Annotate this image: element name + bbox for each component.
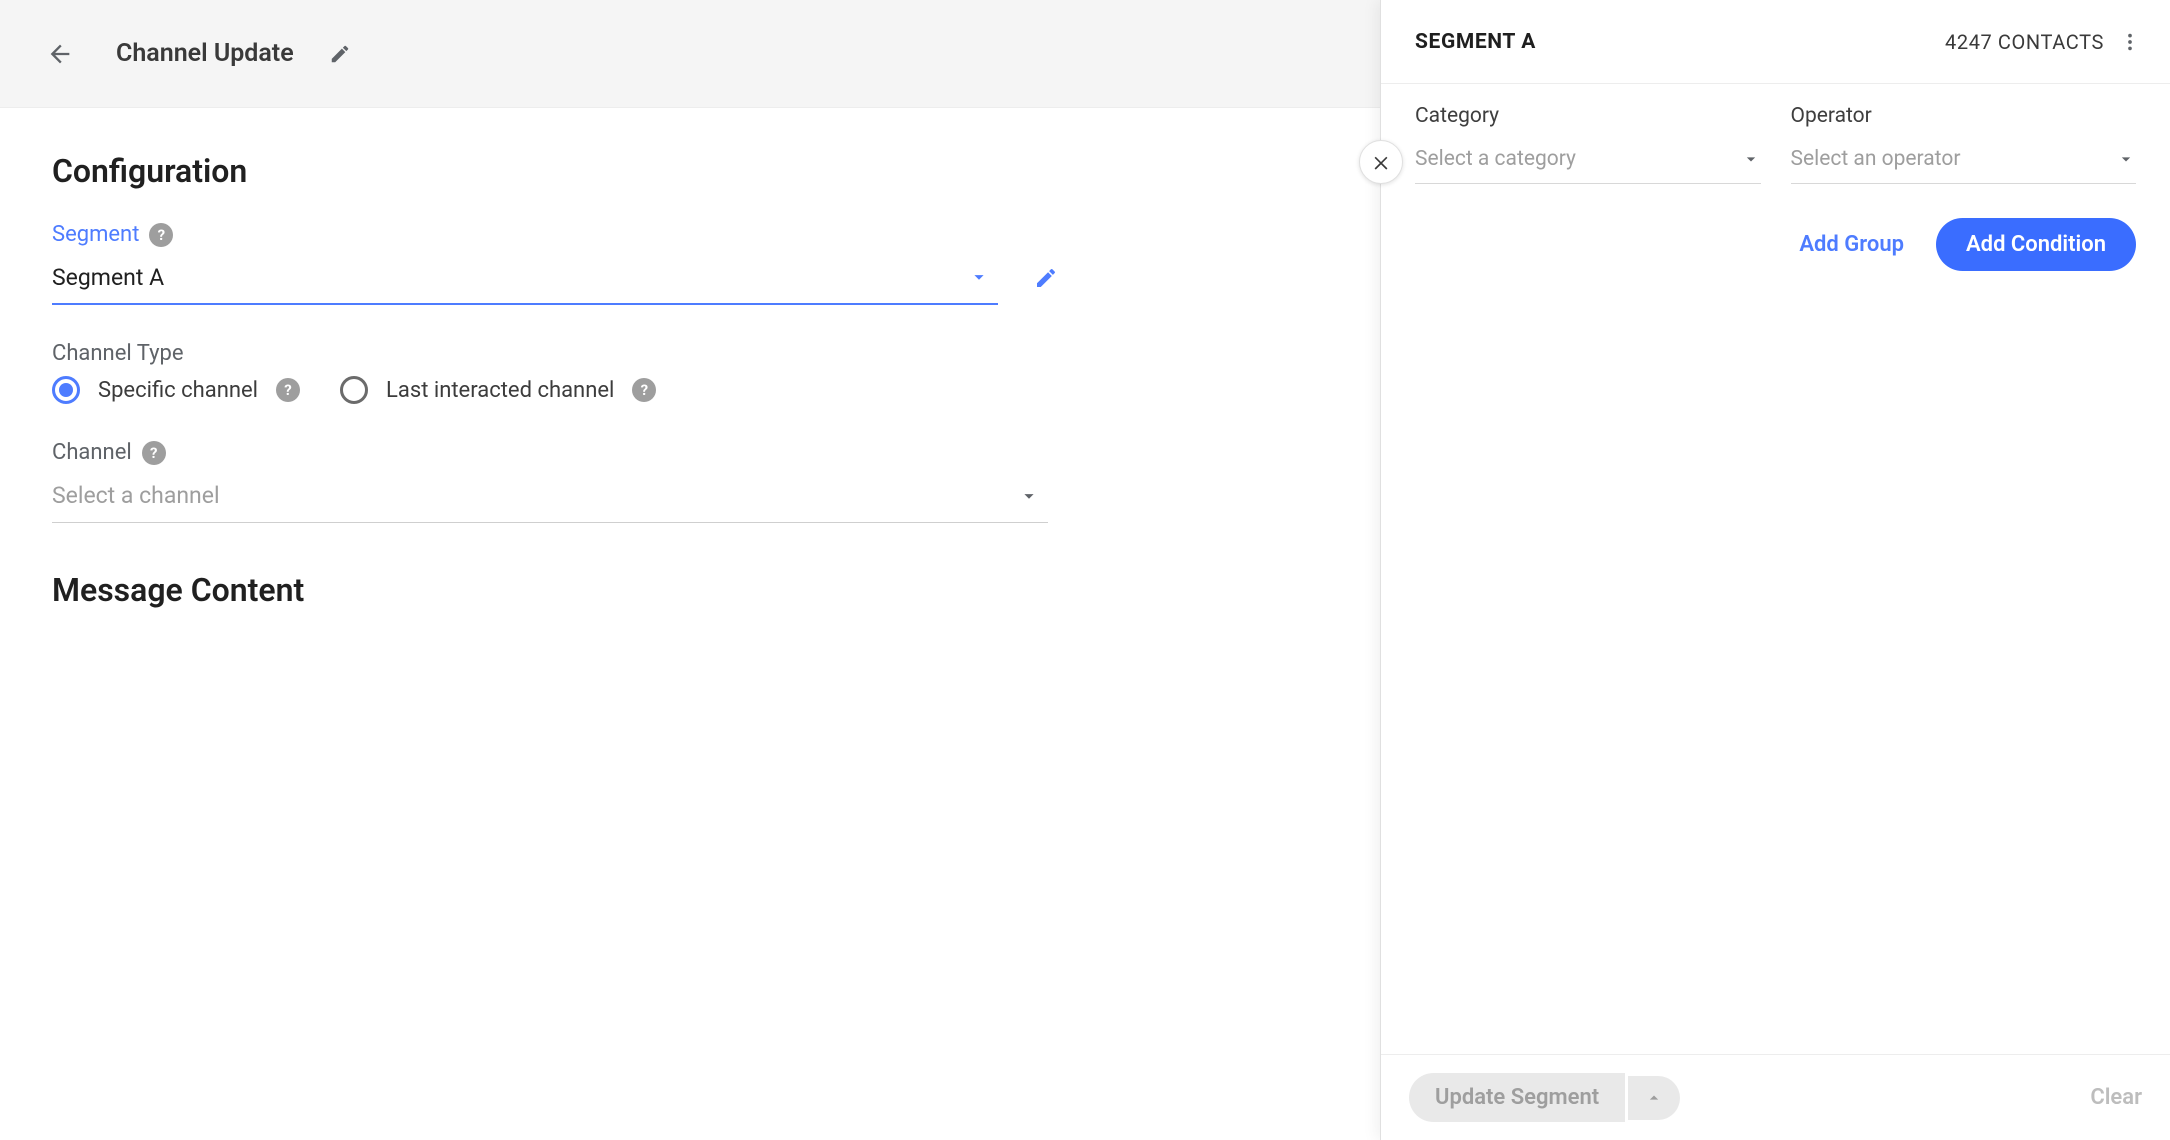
radio-icon	[52, 376, 80, 404]
chevron-down-icon	[1018, 485, 1040, 507]
radio-label: Last interacted channel	[386, 378, 614, 403]
side-panel-header: SEGMENT A 4247 CONTACTS	[1381, 0, 2170, 84]
contacts-count: 4247 CONTACTS	[1945, 30, 2104, 54]
segment-side-panel: SEGMENT A 4247 CONTACTS Cate	[1380, 0, 2170, 1140]
arrow-left-icon	[46, 40, 74, 68]
category-select[interactable]: Select a category	[1415, 134, 1761, 184]
configuration-section: Configuration Segment ? Segment A	[0, 108, 1100, 685]
segment-select-value: Segment A	[52, 264, 164, 291]
pencil-icon	[1034, 266, 1058, 290]
page-title: Channel Update	[116, 39, 294, 68]
category-select-placeholder: Select a category	[1415, 147, 1576, 171]
condition-actions: Add Group Add Condition	[1415, 218, 2136, 271]
channel-label-row: Channel ?	[52, 440, 1048, 465]
channel-type-radio-group: Specific channel ? Last interacted chann…	[52, 376, 1048, 404]
condition-operator-field: Operator Select an operator	[1791, 104, 2137, 184]
channel-select-placeholder: Select a channel	[52, 482, 220, 509]
condition-row: Category Select a category Operator Sele…	[1415, 104, 2136, 184]
channel-type-field: Channel Type Specific channel ? Last int…	[52, 341, 1048, 404]
chevron-up-icon	[1644, 1088, 1664, 1108]
add-condition-button[interactable]: Add Condition	[1936, 218, 2136, 271]
add-group-button[interactable]: Add Group	[1793, 222, 1910, 267]
operator-select[interactable]: Select an operator	[1791, 134, 2137, 184]
back-button[interactable]	[40, 34, 80, 74]
help-icon[interactable]: ?	[142, 441, 166, 465]
help-icon[interactable]: ?	[276, 378, 300, 402]
operator-label: Operator	[1791, 104, 2137, 128]
pencil-icon	[329, 43, 351, 65]
chevron-down-icon	[1741, 149, 1761, 169]
segment-label: Segment	[52, 222, 139, 247]
radio-label: Specific channel	[98, 378, 258, 403]
chevron-down-icon	[2116, 149, 2136, 169]
radio-specific-channel[interactable]: Specific channel ?	[52, 376, 300, 404]
segment-label-row: Segment ?	[52, 222, 1048, 247]
channel-type-label-row: Channel Type	[52, 341, 1048, 366]
radio-icon	[340, 376, 368, 404]
update-segment-caret[interactable]	[1628, 1076, 1680, 1120]
side-panel-body: Category Select a category Operator Sele…	[1381, 84, 2170, 1054]
configuration-heading: Configuration	[52, 152, 1048, 190]
close-panel-button[interactable]	[1359, 140, 1403, 184]
edit-title-button[interactable]	[320, 34, 360, 74]
segment-field: Segment ? Segment A	[52, 222, 1048, 305]
channel-type-label: Channel Type	[52, 341, 184, 366]
side-panel-footer: Update Segment Clear	[1381, 1054, 2170, 1140]
message-content-heading: Message Content	[52, 571, 1048, 609]
segment-select[interactable]: Segment A	[52, 251, 998, 305]
chevron-down-icon	[968, 266, 990, 288]
radio-last-interacted-channel[interactable]: Last interacted channel ?	[340, 376, 656, 404]
panel-menu-button[interactable]	[2114, 26, 2146, 58]
category-label: Category	[1415, 104, 1761, 128]
update-segment-split-button[interactable]: Update Segment	[1409, 1073, 1680, 1122]
channel-label: Channel	[52, 440, 132, 465]
edit-segment-button[interactable]	[1034, 258, 1058, 298]
channel-select[interactable]: Select a channel	[52, 469, 1048, 523]
update-segment-button[interactable]: Update Segment	[1409, 1073, 1625, 1122]
help-icon[interactable]: ?	[149, 223, 173, 247]
clear-button[interactable]: Clear	[2090, 1085, 2142, 1110]
condition-category-field: Category Select a category	[1415, 104, 1761, 184]
side-panel-title: SEGMENT A	[1415, 30, 1536, 54]
close-icon	[1371, 152, 1391, 172]
help-icon[interactable]: ?	[632, 378, 656, 402]
operator-select-placeholder: Select an operator	[1791, 147, 1961, 171]
kebab-icon	[2119, 31, 2141, 53]
channel-field: Channel ? Select a channel	[52, 440, 1048, 523]
